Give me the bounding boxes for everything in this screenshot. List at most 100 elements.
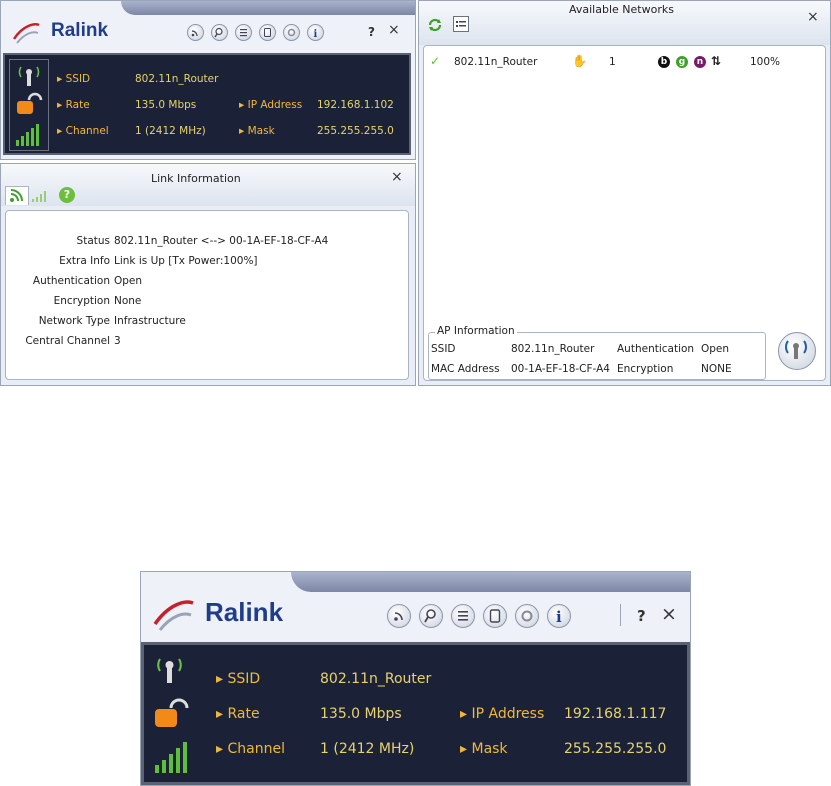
profile-icon[interactable] bbox=[259, 24, 277, 41]
refresh-icon[interactable] bbox=[427, 17, 443, 33]
ap-information-legend: AP Information bbox=[435, 325, 517, 337]
search-icon[interactable] bbox=[419, 604, 444, 628]
ap-ssid-label: SSID bbox=[431, 343, 456, 355]
ap-mac-label: MAC Address bbox=[431, 363, 500, 375]
ralink-logo: Ralink bbox=[11, 17, 121, 47]
logo-text: Ralink bbox=[51, 20, 109, 41]
central-channel-row: Central Channel 3 bbox=[25, 335, 121, 347]
rate-label: ▸ Rate bbox=[216, 706, 260, 722]
antenna-icon bbox=[18, 66, 40, 86]
logo-text: Ralink bbox=[205, 597, 284, 627]
rss-icon[interactable] bbox=[187, 24, 204, 41]
ip-address-value: 192.168.1.102 bbox=[317, 99, 394, 111]
antenna-icon bbox=[157, 658, 182, 683]
connect-antenna-button[interactable] bbox=[778, 332, 816, 370]
connection-status-area: ▸ SSID 802.11n_Router ▸ Rate 135.0 Mbps … bbox=[3, 53, 411, 155]
help-button[interactable]: ? bbox=[637, 607, 646, 625]
svg-text:i: i bbox=[314, 29, 318, 40]
close-button[interactable]: × bbox=[388, 22, 400, 38]
network-type-row: Network Type Infrastructure bbox=[38, 315, 186, 327]
link-info-close-button[interactable]: × bbox=[391, 169, 403, 185]
status-row: Status 802.11n_Router <--> 00-1A-EF-18-CF… bbox=[76, 235, 329, 247]
svg-text:i: i bbox=[556, 608, 562, 626]
info-icon[interactable]: i bbox=[307, 24, 325, 41]
network-ssid: 802.11n_Router bbox=[454, 56, 538, 68]
lock-icon bbox=[17, 92, 43, 114]
networks-title: Available Networks bbox=[569, 3, 674, 16]
mode-n-icon: n bbox=[694, 56, 706, 68]
signal-bars-icon bbox=[155, 741, 193, 773]
network-signal: 100% bbox=[750, 56, 781, 68]
lock-icon bbox=[155, 698, 189, 727]
help-button[interactable]: ? bbox=[368, 25, 375, 39]
help-icon: ? bbox=[63, 188, 71, 201]
network-list: ✓ 802.11n_Router ✋ 1 b g n ⇅ 100% AP Inf… bbox=[423, 45, 826, 381]
mask-label: ▸ Mask bbox=[239, 125, 275, 137]
tab-help[interactable]: ? bbox=[59, 187, 75, 203]
authentication-row: Authentication Open bbox=[32, 275, 143, 287]
rss-icon bbox=[10, 189, 23, 202]
ap-enc-value: NONE bbox=[701, 363, 732, 375]
mode-b-icon: b bbox=[658, 56, 670, 68]
toolbar-divider bbox=[620, 604, 621, 626]
title-swoosh bbox=[291, 572, 690, 592]
ralink-logo: Ralink bbox=[151, 592, 301, 636]
profile-icon[interactable] bbox=[483, 604, 508, 628]
list-view-icon[interactable] bbox=[453, 16, 469, 32]
top-ralink-panel: Ralink i ? × ▸ SSID 802.11n_Router ▸ Rat… bbox=[0, 0, 416, 160]
settings-icon[interactable] bbox=[515, 604, 540, 628]
list-icon[interactable] bbox=[235, 24, 253, 41]
check-icon: ✓ bbox=[430, 54, 441, 68]
toolbar: i bbox=[187, 24, 330, 44]
signal-bars-icon bbox=[16, 122, 44, 146]
link-info-title: Link Information bbox=[151, 172, 241, 185]
mask-value: 255.255.255.0 bbox=[564, 741, 667, 757]
close-button[interactable]: × bbox=[661, 603, 677, 625]
rate-value: 135.0 Mbps bbox=[135, 99, 197, 111]
settings-icon[interactable] bbox=[283, 24, 301, 41]
mode-g-icon: g bbox=[676, 56, 688, 68]
toolbar: i bbox=[387, 604, 579, 630]
status-icons-column bbox=[9, 59, 49, 151]
rss-icon[interactable] bbox=[387, 604, 411, 628]
ap-enc-label: Encryption bbox=[617, 363, 674, 375]
ap-auth-label: Authentication bbox=[617, 343, 695, 355]
info-icon[interactable]: i bbox=[547, 604, 572, 628]
ssid-value: 802.11n_Router bbox=[320, 671, 432, 687]
bottom-ralink-panel: Ralink i ? × ▸ SSID 802.11n_Router ▸ Rat… bbox=[140, 571, 691, 786]
ip-address-label: ▸ IP Address bbox=[460, 706, 545, 722]
tab-link-status[interactable] bbox=[5, 186, 29, 205]
ssid-label: ▸ SSID bbox=[216, 671, 261, 687]
rate-value: 135.0 Mbps bbox=[320, 706, 402, 722]
ap-ssid-value: 802.11n_Router bbox=[511, 343, 595, 355]
link-info-tabs: ? bbox=[5, 186, 81, 206]
connection-status-area: ▸ SSID 802.11n_Router ▸ Rate 135.0 Mbps … bbox=[141, 642, 690, 785]
network-row[interactable]: ✓ 802.11n_Router ✋ 1 b g n ⇅ 100% bbox=[428, 54, 818, 72]
channel-label: ▸ Channel bbox=[57, 125, 109, 137]
link-information-panel: Link Information × ? Status 802.11n_Route… bbox=[0, 163, 416, 386]
signal-bars-icon bbox=[32, 191, 46, 202]
title-swoosh bbox=[121, 1, 415, 15]
ip-address-label: ▸ IP Address bbox=[239, 99, 303, 111]
extra-info-row: Extra Info Link is Up [Tx Power:100%] bbox=[59, 255, 258, 267]
network-channel: 1 bbox=[609, 56, 616, 68]
encryption-row: Encryption None bbox=[53, 295, 142, 307]
mask-label: ▸ Mask bbox=[460, 741, 508, 757]
mask-value: 255.255.255.0 bbox=[317, 125, 394, 137]
link-info-content: Status 802.11n_Router <--> 00-1A-EF-18-CF… bbox=[5, 210, 409, 380]
ip-address-value: 192.168.1.117 bbox=[564, 706, 667, 722]
ssid-value: 802.11n_Router bbox=[135, 73, 219, 85]
networks-close-button[interactable]: × bbox=[807, 9, 819, 25]
search-icon[interactable] bbox=[211, 24, 229, 41]
ssid-label: ▸ SSID bbox=[57, 73, 91, 85]
ap-mac-value: 00-1A-EF-18-CF-A4 bbox=[511, 363, 610, 375]
signal-hand-icon: ✋ bbox=[572, 54, 587, 68]
rate-label: ▸ Rate bbox=[57, 99, 90, 111]
channel-value: 1 (2412 MHz) bbox=[320, 741, 415, 757]
status-icons-column bbox=[147, 649, 195, 779]
list-icon[interactable] bbox=[451, 604, 476, 628]
ap-information-group: AP Information SSID 802.11n_Router Authe… bbox=[428, 325, 766, 380]
antenna-icon bbox=[785, 340, 807, 359]
ralink-logo-icon bbox=[153, 600, 194, 631]
tab-signal-strength[interactable] bbox=[31, 188, 53, 204]
